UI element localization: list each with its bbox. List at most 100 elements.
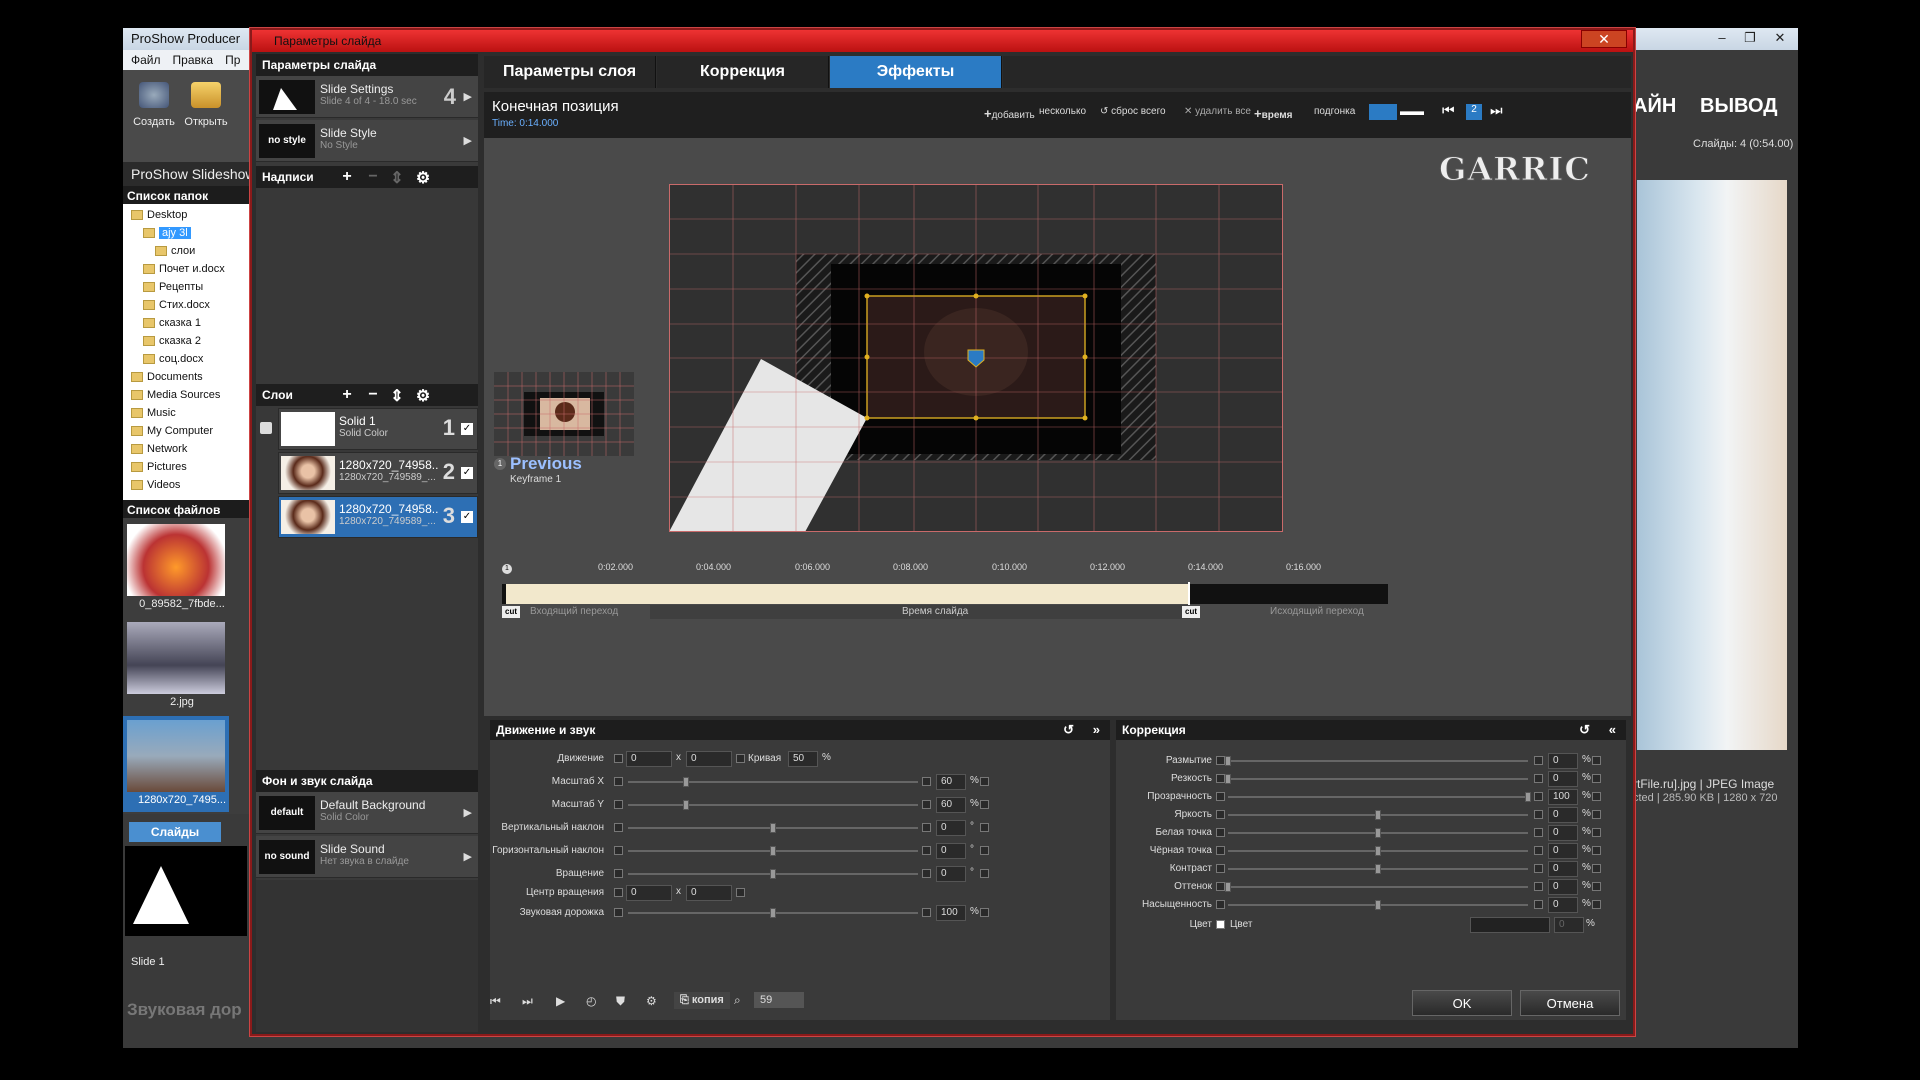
- slide-settings-item[interactable]: Slide Settings Slide 4 of 4 - 18.0 sec 4…: [256, 76, 478, 118]
- keyframe-timeline[interactable]: 1 0:02.000 0:04.000 0:06.000 0:08.000 0:…: [502, 562, 1388, 622]
- lock-checkbox[interactable]: [614, 823, 623, 832]
- reset-checkbox[interactable]: [980, 823, 989, 832]
- delete-all-button[interactable]: ✕ удалить все: [1184, 106, 1251, 117]
- expand-icon[interactable]: »: [1093, 722, 1100, 737]
- close-icon[interactable]: ✕: [1767, 30, 1793, 46]
- folder-item[interactable]: Videos: [131, 476, 180, 494]
- reset-checkbox[interactable]: [1592, 882, 1601, 891]
- folder-item[interactable]: My Computer: [131, 422, 213, 440]
- value-checkbox[interactable]: [1534, 774, 1543, 783]
- reset-icon[interactable]: ↺: [1063, 722, 1074, 738]
- folder-item[interactable]: Рецепты: [143, 278, 203, 296]
- value-checkbox[interactable]: [1534, 792, 1543, 801]
- value-checkbox[interactable]: [922, 846, 931, 855]
- slider-knob[interactable]: [1375, 828, 1381, 838]
- value-checkbox[interactable]: [1534, 756, 1543, 765]
- slider-knob[interactable]: [770, 908, 776, 918]
- menu-edit[interactable]: Правка: [173, 53, 214, 67]
- minimize-icon[interactable]: –: [1709, 30, 1735, 46]
- tab-correction[interactable]: Коррекция: [657, 56, 829, 88]
- slider-knob[interactable]: [1225, 774, 1231, 784]
- file-thumb-bird[interactable]: [127, 622, 225, 694]
- prev-keyframe-icon[interactable]: ⏮: [1442, 102, 1455, 119]
- tab-effects[interactable]: Эффекты: [830, 56, 1002, 88]
- value-checkbox[interactable]: [922, 869, 931, 878]
- value-checkbox[interactable]: [922, 800, 931, 809]
- next-keyframe-icon[interactable]: ⏭: [1490, 102, 1503, 119]
- value-input[interactable]: 0: [936, 843, 966, 859]
- slider-knob[interactable]: [1375, 810, 1381, 820]
- lock-checkbox[interactable]: [736, 888, 745, 897]
- value-checkbox[interactable]: [1534, 828, 1543, 837]
- dual-view-icon[interactable]: ▬▬: [1400, 104, 1428, 120]
- value-input[interactable]: 0: [1548, 843, 1578, 859]
- folder-item[interactable]: Media Sources: [131, 386, 220, 404]
- menu-more[interactable]: Пр: [225, 53, 240, 67]
- slide-thumb-1[interactable]: [125, 846, 247, 936]
- lock-checkbox[interactable]: [1216, 792, 1225, 801]
- reset-checkbox[interactable]: [1592, 792, 1601, 801]
- lock-checkbox[interactable]: [614, 777, 623, 786]
- slider-knob[interactable]: [1225, 756, 1231, 766]
- file-thumb-fire[interactable]: [127, 524, 225, 596]
- cancel-button[interactable]: Отмена: [1520, 990, 1620, 1016]
- nav-output[interactable]: ВЫВОД: [1700, 95, 1778, 118]
- folder-item[interactable]: Стих.docx: [143, 296, 210, 314]
- slider-knob[interactable]: [770, 869, 776, 879]
- value-checkbox[interactable]: [922, 908, 931, 917]
- value-input[interactable]: 0: [1548, 879, 1578, 895]
- lock-checkbox[interactable]: [1216, 756, 1225, 765]
- lock-checkbox[interactable]: [736, 754, 745, 763]
- slider-knob[interactable]: [683, 777, 689, 787]
- shield-icon[interactable]: ⛊: [616, 994, 625, 1009]
- skip-end-icon[interactable]: ⏭: [522, 994, 533, 1009]
- reset-checkbox[interactable]: [980, 800, 989, 809]
- reset-checkbox[interactable]: [1592, 756, 1601, 765]
- value-checkbox[interactable]: [1534, 882, 1543, 891]
- lock-checkbox[interactable]: [1216, 864, 1225, 873]
- folder-item[interactable]: сказка 2: [143, 332, 201, 350]
- value-x-input[interactable]: 0: [626, 885, 672, 901]
- layer-item-3[interactable]: 1280x720_74958... 1280x720_749589_... 3 …: [278, 496, 478, 538]
- reset-checkbox[interactable]: [1592, 864, 1601, 873]
- value-checkbox[interactable]: [922, 777, 931, 786]
- folder-item[interactable]: ajy 3l: [143, 224, 191, 242]
- value-input[interactable]: 0: [936, 866, 966, 882]
- folder-item[interactable]: слои: [155, 242, 195, 260]
- layer-visible-checkbox[interactable]: ✓: [461, 423, 473, 435]
- collapse-icon[interactable]: «: [1609, 722, 1616, 737]
- value-input[interactable]: 0: [1548, 807, 1578, 823]
- tab-layer-settings[interactable]: Параметры слоя: [484, 56, 656, 88]
- lock-checkbox[interactable]: [614, 754, 623, 763]
- reset-checkbox[interactable]: [1592, 846, 1601, 855]
- slide-canvas[interactable]: [669, 184, 1283, 532]
- lock-checkbox[interactable]: [1216, 882, 1225, 891]
- multiple-button[interactable]: несколько: [1039, 106, 1086, 117]
- slider-knob[interactable]: [1225, 882, 1231, 892]
- menu-file[interactable]: Файл: [131, 53, 161, 67]
- folder-item[interactable]: Почет и.docx: [143, 260, 225, 278]
- value-checkbox[interactable]: [1534, 810, 1543, 819]
- single-view-icon[interactable]: [1369, 104, 1397, 120]
- tab-slides[interactable]: Слайды: [129, 822, 221, 842]
- keyframe-1-marker[interactable]: 1: [502, 564, 512, 574]
- timeline-playhead[interactable]: [1188, 582, 1190, 606]
- reset-checkbox[interactable]: [1592, 900, 1601, 909]
- value-input[interactable]: 0: [936, 820, 966, 836]
- lock-checkbox[interactable]: [1216, 900, 1225, 909]
- ok-button[interactable]: OK: [1412, 990, 1512, 1016]
- value-checkbox[interactable]: [1534, 864, 1543, 873]
- lock-checkbox[interactable]: [614, 908, 623, 917]
- add-layer-icon[interactable]: +: [338, 386, 356, 404]
- value-input[interactable]: 100: [936, 905, 966, 921]
- value-input[interactable]: 0: [1548, 861, 1578, 877]
- slider-knob[interactable]: [1375, 846, 1381, 856]
- add-keyframe-button[interactable]: +добавить: [984, 106, 1035, 121]
- add-time-button[interactable]: +время: [1254, 106, 1293, 121]
- slider-knob[interactable]: [1375, 900, 1381, 910]
- lock-checkbox[interactable]: [614, 888, 623, 897]
- value-x-input[interactable]: 0: [626, 751, 672, 767]
- lock-checkbox[interactable]: [614, 846, 623, 855]
- folder-item[interactable]: Music: [131, 404, 176, 422]
- folder-item[interactable]: сказка 1: [143, 314, 201, 332]
